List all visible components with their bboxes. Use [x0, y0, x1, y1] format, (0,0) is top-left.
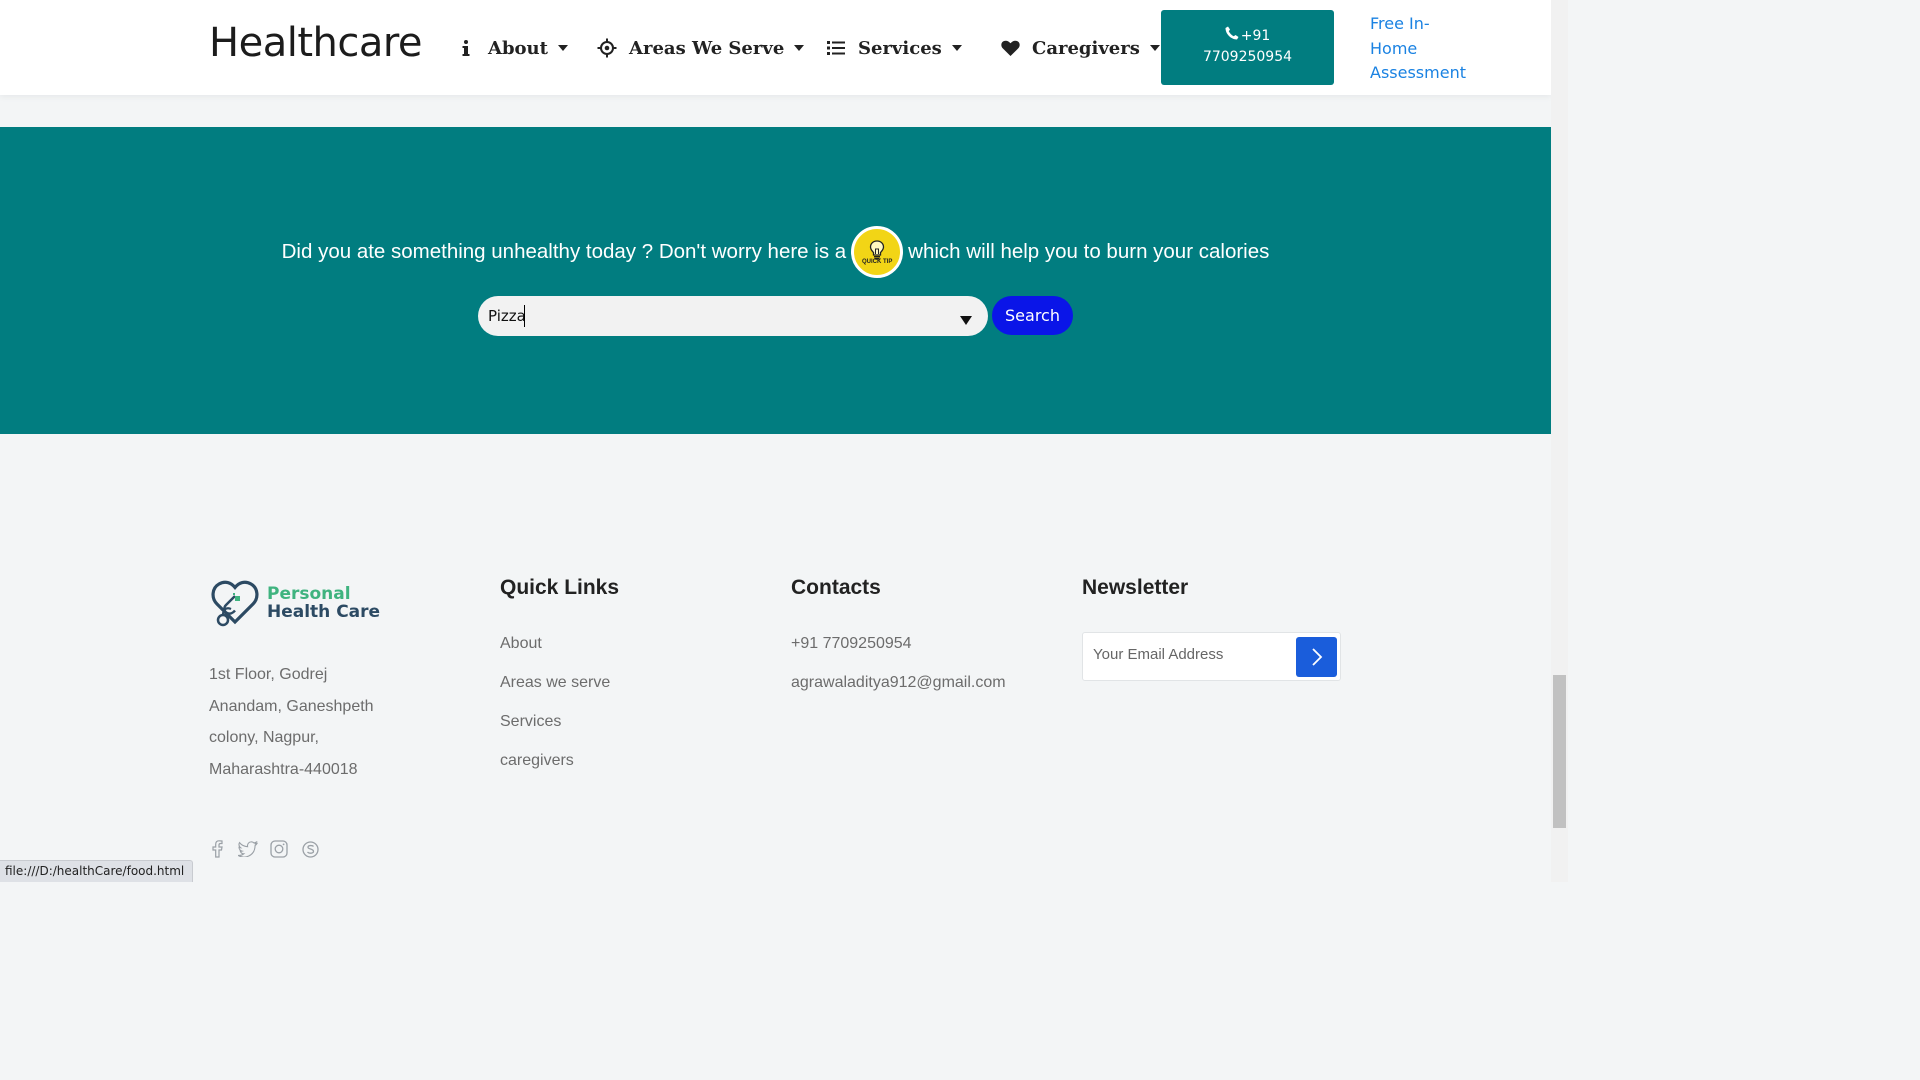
tip-message: Did you ate something unhealthy today ? … — [0, 226, 1551, 278]
nav-services[interactable]: Services — [826, 35, 962, 61]
call-number: 7709250954 — [1202, 49, 1293, 65]
logo-line-2: Health Care — [267, 602, 381, 622]
quick-links-title: Quick Links — [500, 576, 620, 599]
skype-icon[interactable] — [300, 839, 320, 859]
nav-areas-label: Areas We Serve — [629, 37, 785, 59]
quick-tip-label: QUICK TIP — [862, 258, 893, 265]
newsletter-form — [1082, 632, 1341, 681]
facebook-icon[interactable] — [207, 839, 227, 859]
search-button[interactable]: Search — [992, 296, 1073, 335]
contacts-title: Contacts — [791, 576, 881, 599]
chevron-right-icon — [1311, 648, 1322, 666]
site-header: Healthcare About Areas We Serve Services… — [0, 0, 1551, 95]
chevron-down-icon — [1149, 45, 1160, 51]
heart-stethoscope-logo-icon — [211, 580, 259, 627]
nav-caregivers[interactable]: Caregivers — [1000, 35, 1160, 61]
contact-phone[interactable]: +91 7709250954 — [791, 635, 912, 653]
footer-link-about[interactable]: About — [500, 635, 542, 653]
tip-text-after: which will help you to burn your calorie… — [908, 240, 1270, 263]
newsletter-email-input[interactable] — [1093, 646, 1288, 663]
chevron-down-icon — [951, 45, 962, 51]
nav-areas-we-serve[interactable]: Areas We Serve — [597, 35, 805, 61]
scrollbar-thumb[interactable] — [1553, 675, 1566, 828]
footer-address: 1st Floor, Godrej Anandam, Ganeshpeth co… — [209, 666, 374, 779]
footer-link-caregivers[interactable]: caregivers — [500, 752, 574, 770]
quick-tip-section: Did you ate something unhealthy today ? … — [0, 127, 1551, 434]
call-button[interactable]: +91 7709250954 — [1161, 10, 1334, 85]
twitter-icon[interactable] — [238, 839, 258, 859]
footer-link-services[interactable]: Services — [500, 713, 561, 731]
browser-status-url: file:///D:/healthCare/food.html — [0, 860, 194, 882]
info-icon — [456, 39, 476, 57]
tip-text-before: Did you ate something unhealthy today ? … — [281, 240, 847, 263]
newsletter-submit-button[interactable] — [1296, 637, 1337, 677]
chevron-down-icon — [794, 45, 805, 51]
nav-services-label: Services — [858, 37, 942, 59]
logo-line-1: Personal — [267, 584, 351, 604]
nav-caregivers-label: Caregivers — [1032, 37, 1140, 59]
newsletter-title: Newsletter — [1082, 576, 1189, 599]
lightbulb-icon — [870, 239, 885, 259]
footer-logo[interactable]: Personal Health Care — [209, 576, 380, 630]
nav-about-label: About — [488, 37, 548, 59]
food-search-combobox[interactable] — [478, 296, 988, 336]
instagram-icon[interactable] — [269, 839, 289, 859]
phone-icon — [1225, 26, 1239, 47]
quick-tip-badge[interactable]: QUICK TIP — [851, 226, 904, 278]
dropdown-arrow-icon[interactable] — [960, 316, 972, 325]
text-cursor — [524, 305, 525, 327]
list-icon — [826, 40, 846, 56]
heart-icon — [1000, 40, 1020, 57]
chevron-down-icon — [557, 45, 568, 51]
crosshair-icon — [597, 38, 617, 58]
nav-about[interactable]: About — [456, 35, 568, 61]
food-search-input[interactable] — [488, 304, 938, 328]
page-scrollbar[interactable] — [1551, 0, 1568, 882]
contact-email[interactable]: agrawaladitya912@gmail.com — [791, 674, 1006, 692]
footer-link-areas[interactable]: Areas we serve — [500, 674, 610, 692]
call-country-code: +91 — [1240, 28, 1271, 44]
free-assessment-link[interactable]: Free In-Home Assessment — [1370, 12, 1470, 86]
brand-logo[interactable]: Healthcare — [209, 20, 423, 66]
